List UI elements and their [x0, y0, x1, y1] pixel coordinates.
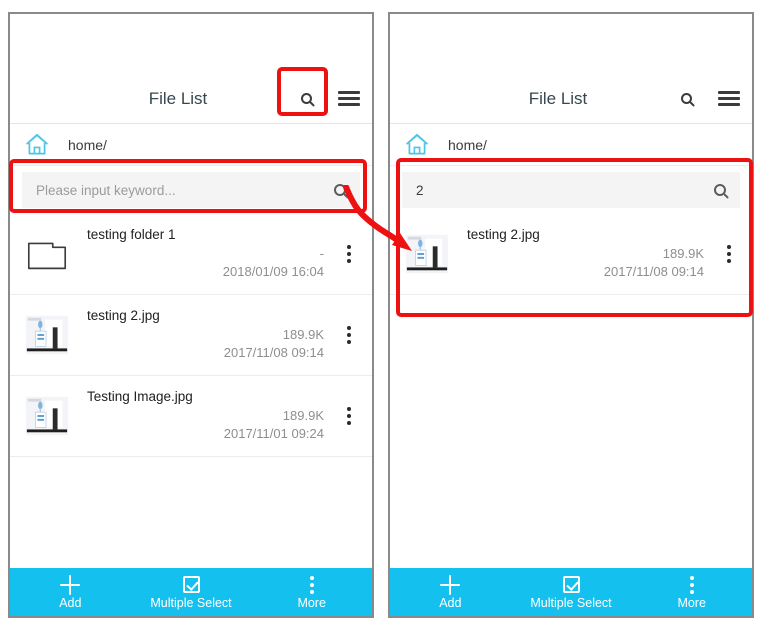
app-bar-actions	[286, 79, 372, 119]
search-submit-icon[interactable]	[714, 184, 726, 196]
file-size: -	[319, 246, 324, 261]
file-date: 2017/11/08 09:14	[223, 345, 324, 360]
more-button[interactable]: More	[251, 568, 372, 616]
search-field-wrapper-right: 2	[390, 166, 752, 214]
search-icon	[680, 93, 692, 104]
bottom-toolbar-right: Add Multiple Select More	[390, 568, 752, 616]
hamburger-menu-button[interactable]	[706, 79, 752, 119]
file-list-right[interactable]: testing 2.jpg 189.9K 2017/11/08 09:14	[390, 214, 752, 568]
table-row[interactable]: testing 2.jpg 189.9K 2017/11/08 09:14	[390, 214, 752, 295]
file-date: 2018/01/09 16:04	[222, 264, 324, 279]
search-icon-button[interactable]	[666, 79, 706, 119]
search-input-value: 2	[416, 182, 424, 198]
file-name: testing folder 1	[87, 227, 176, 242]
phone-panel-left: File List home/ Please input keyword... …	[8, 12, 374, 618]
image-thumbnail	[25, 396, 69, 436]
file-name: testing 2.jpg	[467, 227, 540, 242]
kebab-menu-icon	[309, 575, 314, 594]
checkbox-icon	[182, 576, 200, 593]
home-icon[interactable]	[404, 132, 430, 158]
screenshot-root: File List home/ Please input keyword... …	[0, 0, 765, 630]
breadcrumb[interactable]: home/	[390, 124, 752, 166]
app-bar-left: File List	[10, 74, 372, 124]
kebab-menu-icon[interactable]	[332, 295, 366, 375]
file-size: 189.9K	[282, 408, 324, 423]
table-row[interactable]: testing folder 1 - 2018/01/09 16:04	[10, 214, 372, 295]
multiple-select-button[interactable]: Multiple Select	[511, 568, 632, 616]
kebab-menu-icon[interactable]	[332, 376, 366, 456]
file-size: 189.9K	[662, 246, 704, 261]
more-button-label: More	[677, 595, 706, 610]
multiple-select-label: Multiple Select	[530, 595, 612, 610]
file-info: testing 2.jpg 189.9K 2017/11/08 09:14	[450, 214, 712, 294]
app-bar-right: File List	[390, 74, 752, 124]
file-name: Testing Image.jpg	[87, 389, 193, 404]
app-bar-actions	[666, 79, 752, 119]
add-button-label: Add	[59, 595, 82, 610]
table-row[interactable]: Testing Image.jpg 189.9K 2017/11/01 09:2…	[10, 376, 372, 457]
search-input-placeholder: Please input keyword...	[36, 182, 176, 198]
search-input-left[interactable]: Please input keyword...	[22, 172, 360, 208]
file-info: testing folder 1 - 2018/01/09 16:04	[70, 214, 332, 294]
more-button-label: More	[297, 595, 326, 610]
multiple-select-label: Multiple Select	[150, 595, 232, 610]
search-field-wrapper-left: Please input keyword...	[10, 166, 372, 214]
hamburger-menu-icon	[338, 91, 360, 106]
kebab-menu-icon	[689, 575, 694, 594]
plus-icon	[440, 574, 461, 595]
image-thumbnail	[405, 234, 449, 274]
checkbox-icon	[562, 576, 580, 593]
image-thumbnail	[25, 315, 69, 355]
plus-icon	[60, 574, 81, 595]
search-icon-button[interactable]	[286, 79, 326, 119]
file-size: 189.9K	[282, 327, 324, 342]
file-name: testing 2.jpg	[87, 308, 160, 323]
folder-icon	[27, 242, 67, 270]
breadcrumb-path: home/	[448, 136, 487, 153]
breadcrumb-path: home/	[68, 136, 107, 153]
file-date: 2017/11/01 09:24	[223, 426, 324, 441]
search-input-right[interactable]: 2	[402, 172, 740, 208]
file-date: 2017/11/08 09:14	[603, 264, 704, 279]
file-info: Testing Image.jpg 189.9K 2017/11/01 09:2…	[70, 376, 332, 456]
search-submit-icon[interactable]	[334, 184, 346, 196]
file-list-left[interactable]: testing folder 1 - 2018/01/09 16:04 test…	[10, 214, 372, 568]
bottom-toolbar-left: Add Multiple Select More	[10, 568, 372, 616]
add-button[interactable]: Add	[10, 568, 131, 616]
hamburger-menu-icon	[718, 91, 740, 106]
more-button[interactable]: More	[631, 568, 752, 616]
home-icon[interactable]	[24, 132, 50, 158]
hamburger-menu-button[interactable]	[326, 79, 372, 119]
add-button[interactable]: Add	[390, 568, 511, 616]
table-row[interactable]: testing 2.jpg 189.9K 2017/11/08 09:14	[10, 295, 372, 376]
page-title: File List	[148, 88, 208, 108]
page-title: File List	[528, 88, 588, 108]
search-icon	[300, 93, 312, 104]
breadcrumb[interactable]: home/	[10, 124, 372, 166]
kebab-menu-icon[interactable]	[332, 214, 366, 294]
kebab-menu-icon[interactable]	[712, 214, 746, 294]
phone-panel-right: File List home/ 2 testing 2.jpg 189.9K 2…	[388, 12, 754, 618]
multiple-select-button[interactable]: Multiple Select	[131, 568, 252, 616]
add-button-label: Add	[439, 595, 462, 610]
file-info: testing 2.jpg 189.9K 2017/11/08 09:14	[70, 295, 332, 375]
